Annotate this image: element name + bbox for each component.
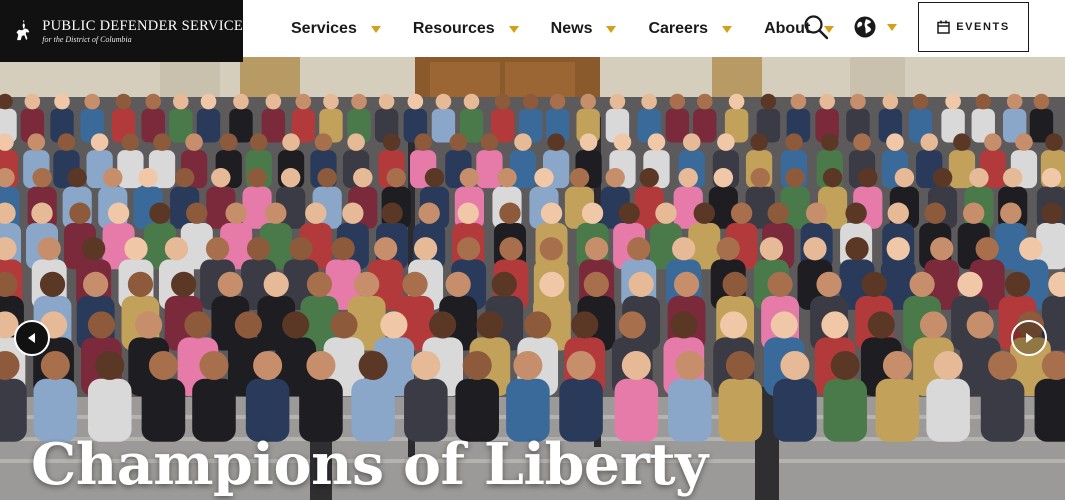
search-icon bbox=[804, 15, 829, 40]
nav-label: Resources bbox=[412, 19, 495, 37]
chevron-down-icon bbox=[370, 25, 381, 33]
carousel-prev-button[interactable] bbox=[14, 320, 50, 356]
logo-title: Public Defender Service bbox=[42, 17, 243, 34]
hero-title: Champions of Liberty bbox=[31, 431, 708, 498]
arrow-right-icon bbox=[1026, 333, 1033, 343]
nav-item-services[interactable]: Services bbox=[291, 20, 381, 38]
chevron-down-icon bbox=[508, 25, 519, 33]
chevron-down-icon bbox=[606, 25, 617, 33]
logo-subtitle: for the District of Columbia bbox=[42, 34, 132, 44]
chevron-down-icon bbox=[722, 25, 733, 33]
language-selector[interactable] bbox=[853, 14, 897, 40]
search-button[interactable] bbox=[803, 14, 829, 40]
nav-label: Careers bbox=[648, 19, 709, 37]
carousel-next-button[interactable] bbox=[1011, 320, 1047, 356]
events-button[interactable]: EVENTS bbox=[918, 2, 1029, 52]
site-header: Public Defender Service for the District… bbox=[0, 0, 1065, 62]
nav-label: News bbox=[550, 19, 593, 37]
site-logo[interactable]: Public Defender Service for the District… bbox=[0, 0, 243, 62]
chevron-down-icon bbox=[887, 24, 897, 31]
globe-icon bbox=[854, 16, 876, 38]
nav-item-careers[interactable]: Careers bbox=[648, 19, 733, 38]
nav-item-news[interactable]: News bbox=[551, 20, 617, 38]
calendar-icon bbox=[937, 20, 950, 34]
nav-label: Services bbox=[291, 19, 357, 37]
arrow-left-icon bbox=[28, 333, 35, 343]
events-label: EVENTS bbox=[956, 21, 1010, 33]
hero-banner: Champions of Liberty bbox=[0, 57, 1065, 500]
horse-rider-icon bbox=[16, 20, 30, 41]
main-nav: Services Resources News Careers About bbox=[291, 0, 866, 57]
nav-item-resources[interactable]: Resources bbox=[413, 20, 519, 38]
logo-text: Public Defender Service for the District… bbox=[42, 18, 243, 45]
